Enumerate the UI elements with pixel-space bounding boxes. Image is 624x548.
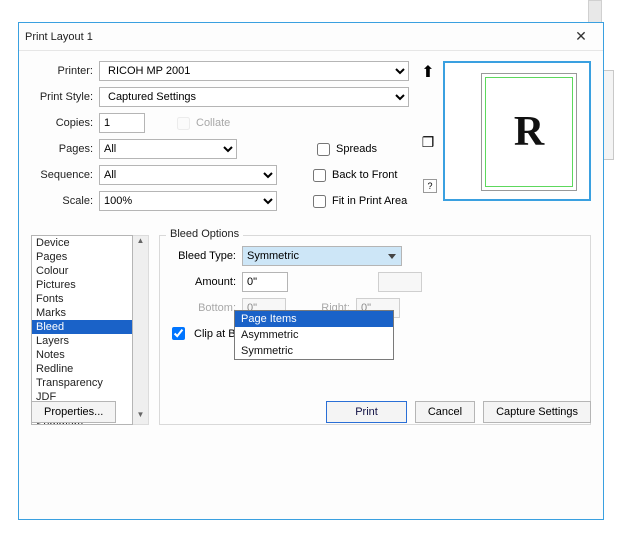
- window-title: Print Layout 1: [25, 31, 565, 43]
- bleed-legend: Bleed Options: [166, 228, 243, 240]
- properties-button[interactable]: Properties...: [31, 401, 116, 423]
- bottom-label: Bottom:: [168, 302, 242, 314]
- cancel-button[interactable]: Cancel: [415, 401, 475, 423]
- print-button[interactable]: Print: [326, 401, 407, 423]
- fit-label: Fit in Print Area: [332, 195, 407, 207]
- print-dialog: Print Layout 1 ✕ Printer: RICOH MP 2001 …: [18, 22, 604, 520]
- sequence-label: Sequence:: [31, 169, 99, 181]
- fit-checkbox[interactable]: [313, 195, 326, 208]
- pages-select[interactable]: All: [99, 139, 237, 159]
- collate-checkbox: [177, 117, 190, 130]
- category-item-notes[interactable]: Notes: [32, 348, 132, 362]
- pages-label: Pages:: [31, 143, 99, 155]
- list-scrollbar[interactable]: ▲ ▼: [133, 235, 149, 425]
- sequence-select[interactable]: All: [99, 165, 277, 185]
- up-arrow-icon[interactable]: ⬆: [421, 65, 434, 81]
- category-item-colour[interactable]: Colour: [32, 264, 132, 278]
- category-item-redline[interactable]: Redline: [32, 362, 132, 376]
- bleed-option-page-items[interactable]: Page Items: [235, 311, 393, 327]
- back-to-front-checkbox[interactable]: [313, 169, 326, 182]
- category-item-pages[interactable]: Pages: [32, 250, 132, 264]
- close-button[interactable]: ✕: [565, 28, 597, 45]
- category-item-fonts[interactable]: Fonts: [32, 292, 132, 306]
- dialog-body: Printer: RICOH MP 2001 Print Style: Capt…: [19, 51, 603, 433]
- category-item-device[interactable]: Device: [32, 236, 132, 250]
- print-style-label: Print Style:: [31, 91, 99, 103]
- category-item-layers[interactable]: Layers: [32, 334, 132, 348]
- amount-secondary: [378, 272, 422, 292]
- printer-label: Printer:: [31, 65, 99, 77]
- copies-label: Copies:: [31, 117, 99, 129]
- bleed-type-dropdown[interactable]: Page ItemsAsymmetricSymmetric: [234, 310, 394, 360]
- spreads-checkbox[interactable]: [317, 143, 330, 156]
- scale-select[interactable]: 100%: [99, 191, 277, 211]
- scroll-up-icon[interactable]: ▲: [133, 236, 148, 250]
- category-item-transparency[interactable]: Transparency: [32, 376, 132, 390]
- page-preview: R: [443, 61, 591, 201]
- bleed-type-value: Symmetric: [247, 250, 299, 262]
- category-item-marks[interactable]: Marks: [32, 306, 132, 320]
- back-to-front-label: Back to Front: [332, 169, 397, 181]
- clip-checkbox[interactable]: [172, 327, 185, 340]
- preview-page: R: [481, 73, 577, 191]
- copies-input[interactable]: [99, 113, 145, 133]
- scale-label: Scale:: [31, 195, 99, 207]
- spreads-label: Spreads: [336, 143, 377, 155]
- category-list[interactable]: DevicePagesColourPicturesFontsMarksBleed…: [31, 235, 133, 425]
- bleed-option-symmetric[interactable]: Symmetric: [235, 343, 393, 359]
- preview-glyph: R: [482, 108, 576, 156]
- capture-settings-button[interactable]: Capture Settings: [483, 401, 591, 423]
- category-item-bleed[interactable]: Bleed: [32, 320, 132, 334]
- amount-label: Amount:: [168, 276, 242, 288]
- category-list-wrap: DevicePagesColourPicturesFontsMarksBleed…: [31, 235, 149, 425]
- help-button[interactable]: ?: [423, 179, 437, 193]
- amount-input[interactable]: [242, 272, 288, 292]
- titlebar: Print Layout 1 ✕: [19, 23, 603, 51]
- collate-label: Collate: [196, 117, 230, 129]
- bleed-option-asymmetric[interactable]: Asymmetric: [235, 327, 393, 343]
- print-style-select[interactable]: Captured Settings: [99, 87, 409, 107]
- bleed-type-label: Bleed Type:: [168, 250, 242, 262]
- bleed-type-select[interactable]: Symmetric: [242, 246, 402, 266]
- orientation-controls: ⬆ ❐: [419, 65, 437, 149]
- sheets-icon[interactable]: ❐: [422, 135, 435, 149]
- printer-select[interactable]: RICOH MP 2001: [99, 61, 409, 81]
- category-item-pictures[interactable]: Pictures: [32, 278, 132, 292]
- button-bar: Properties... Print Cancel Capture Setti…: [31, 401, 591, 423]
